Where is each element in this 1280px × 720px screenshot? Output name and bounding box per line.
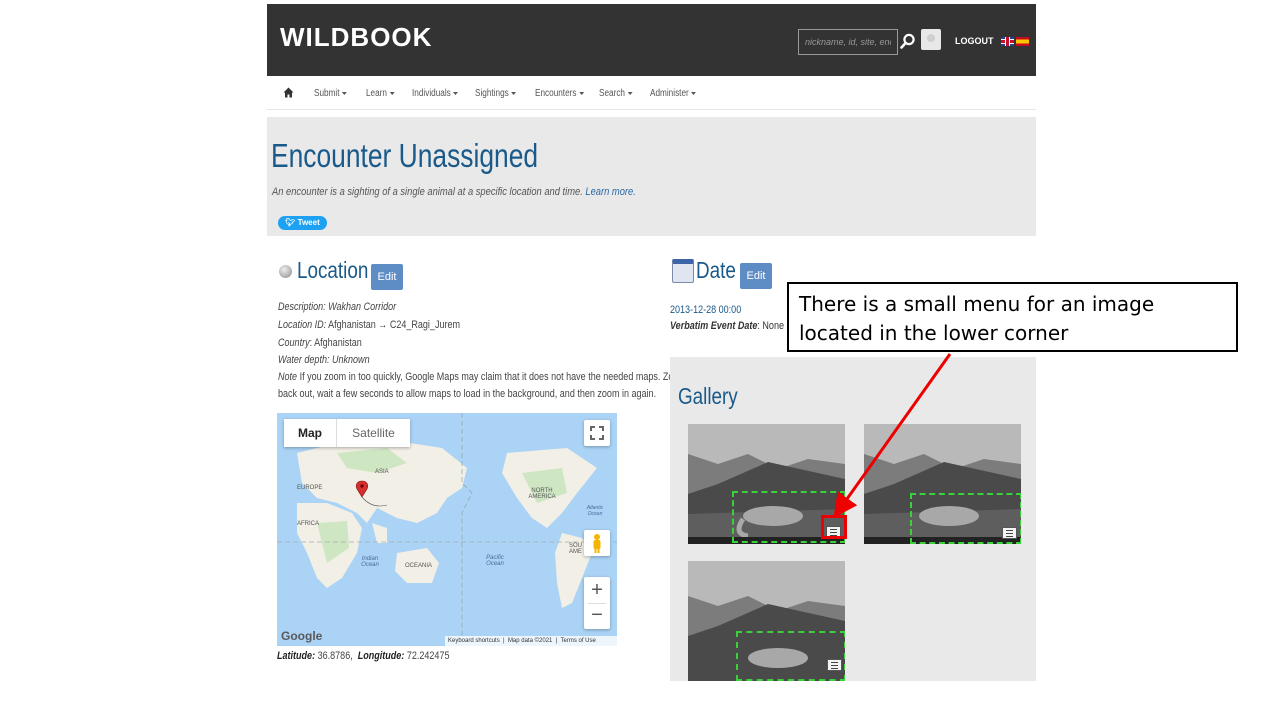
- gallery-image[interactable]: [864, 424, 1021, 544]
- coordinates: Latitude: 36.8786, Longitude: 72.242475: [277, 650, 450, 662]
- image-menu-icon[interactable]: [1002, 527, 1017, 539]
- map-label-asia: ASIA: [375, 469, 389, 475]
- zoom-in-button[interactable]: +: [584, 577, 610, 603]
- zoom-out-button[interactable]: −: [584, 603, 610, 629]
- wildbook-page: WILDBOOK LOGOUT Submit Learn Individuals…: [267, 4, 1036, 720]
- map-label-south-america: SOU AME: [569, 543, 583, 555]
- date-value: 2013-12-28 00:00: [670, 304, 742, 316]
- twitter-icon: 🐦︎: [285, 218, 296, 227]
- annotation-callout: There is a small menu for an image locat…: [787, 282, 1238, 352]
- google-logo[interactable]: Google: [281, 629, 322, 643]
- map-note: Note If you zoom in too quickly, Google …: [278, 371, 686, 383]
- image-menu-icon[interactable]: [827, 659, 842, 671]
- chevron-down-icon: [389, 91, 395, 95]
- menu-highlight-box: [821, 515, 847, 539]
- location-map[interactable]: ASIA EUROPE AFRICA NORTH AMERICA OCEANIA…: [277, 413, 617, 646]
- gallery-image[interactable]: [688, 561, 845, 681]
- terms-of-use-link[interactable]: Terms of Use: [561, 638, 596, 644]
- learn-more-link[interactable]: Learn more.: [585, 186, 635, 198]
- nav-submit[interactable]: Submit: [314, 88, 347, 99]
- map-type-control: Map Satellite: [284, 419, 410, 447]
- water-depth: Water depth: Unknown: [278, 354, 370, 366]
- home-icon[interactable]: [283, 87, 294, 98]
- date-edit-button[interactable]: Edit: [740, 263, 772, 289]
- street-view-pegman-icon: [593, 534, 601, 553]
- page-title: Encounter Unassigned: [271, 137, 539, 174]
- location-edit-button[interactable]: Edit: [371, 264, 403, 290]
- keyboard-shortcuts-link[interactable]: Keyboard shortcuts: [448, 638, 500, 644]
- gallery-title: Gallery: [678, 383, 738, 409]
- nav-search[interactable]: Search: [599, 88, 633, 99]
- main-nav: Submit Learn Individuals Sightings Encou…: [267, 76, 1036, 110]
- top-header: WILDBOOK LOGOUT: [267, 4, 1036, 76]
- wildbook-logo[interactable]: WILDBOOK: [280, 22, 432, 53]
- spanish-flag-icon[interactable]: [1016, 37, 1029, 46]
- user-avatar[interactable]: [921, 29, 941, 50]
- chevron-down-icon: [341, 91, 347, 95]
- location-description: Description: Wakhan Corridor: [278, 301, 397, 313]
- map-label-europe: EUROPE: [297, 485, 323, 491]
- page-header: Encounter Unassigned An encounter is a s…: [267, 117, 1036, 236]
- map-label-pacific-ocean: Pacific Ocean: [486, 555, 504, 567]
- map-label-africa: AFRICA: [297, 521, 320, 527]
- verbatim-event-date: Verbatim Event Date: None: [670, 320, 784, 332]
- world-map: [277, 413, 617, 646]
- nav-encounters[interactable]: Encounters: [535, 88, 584, 99]
- gallery-section: Gallery: [670, 357, 1036, 681]
- english-flag-icon[interactable]: [1001, 37, 1014, 46]
- fullscreen-button[interactable]: [584, 420, 610, 446]
- map-footer: Keyboard shortcuts | Map data ©2021 | Te…: [445, 636, 617, 646]
- map-tab-map[interactable]: Map: [284, 419, 336, 447]
- map-data-credit: Map data ©2021: [507, 638, 553, 644]
- map-label-north-america: NORTH AMERICA: [528, 488, 556, 500]
- globe-icon: [279, 265, 292, 278]
- fullscreen-icon: [590, 426, 604, 440]
- pegman-button[interactable]: [584, 530, 610, 556]
- detection-bounding-box: [736, 631, 845, 681]
- map-tab-satellite[interactable]: Satellite: [336, 419, 410, 447]
- chevron-down-icon: [578, 91, 584, 95]
- date-title: Date: [696, 257, 736, 283]
- chevron-down-icon: [691, 91, 697, 95]
- location-id: Location ID: Afghanistan → C24_Ragi_Jure…: [278, 319, 461, 331]
- logout-link[interactable]: LOGOUT: [955, 36, 994, 46]
- map-label-oceania: OCEANIA: [405, 563, 433, 569]
- map-label-indian-ocean: Indian Ocean: [361, 556, 379, 568]
- search-icon[interactable]: [900, 33, 916, 49]
- chevron-down-icon: [627, 91, 633, 95]
- chevron-down-icon: [453, 91, 459, 95]
- zoom-control: + −: [584, 577, 610, 629]
- map-note-continued: back out, wait a few seconds to allow ma…: [278, 388, 657, 400]
- nav-learn[interactable]: Learn: [366, 88, 395, 99]
- page-subtitle: An encounter is a sighting of a single a…: [272, 186, 636, 198]
- nav-individuals[interactable]: Individuals: [412, 88, 459, 99]
- nav-sightings[interactable]: Sightings: [475, 88, 517, 99]
- nav-administer[interactable]: Administer: [650, 88, 697, 99]
- location-title: Location: [297, 257, 369, 283]
- map-label-atlantic-ocean: Atlantic Ocean: [586, 505, 604, 517]
- chevron-down-icon: [511, 91, 517, 95]
- calendar-icon: [672, 259, 694, 283]
- search-input[interactable]: [798, 29, 898, 55]
- location-country: Country: Afghanistan: [278, 337, 362, 349]
- tweet-button[interactable]: 🐦︎ Tweet: [278, 216, 327, 230]
